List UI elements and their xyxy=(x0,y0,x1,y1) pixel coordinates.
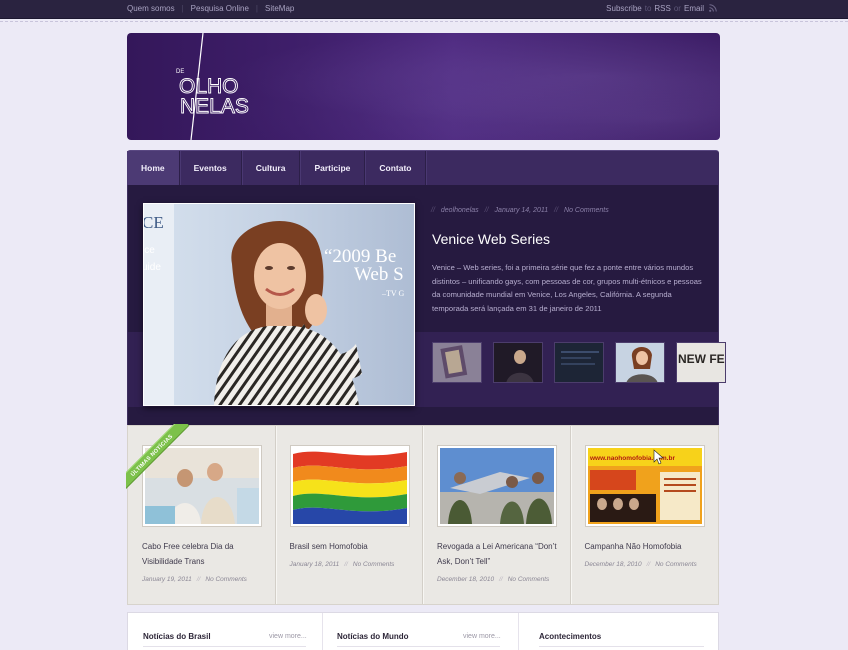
subscribe-area: Subscribe to RSS or Email xyxy=(606,3,717,13)
divider xyxy=(539,646,704,647)
newfest-logo: NEW FEST xyxy=(678,352,726,366)
divider xyxy=(322,613,323,650)
featured-date: January 14, 2011 xyxy=(494,207,549,214)
divider xyxy=(518,613,519,650)
widget-title-mundo: Notícias do Mundo xyxy=(337,632,409,641)
latest-post-comments[interactable]: No Comments xyxy=(353,561,395,568)
featured-comments[interactable]: No Comments xyxy=(564,207,609,214)
latest-post: Brasil sem Homofobia January 18, 2011//N… xyxy=(276,426,423,604)
top-bar: Quem somos | Pesquisa Online | SiteMap S… xyxy=(0,0,848,19)
slider-thumb-2[interactable] xyxy=(493,342,543,383)
latest-post-title[interactable]: Cabo Free celebra Dia da Visibilidade Tr… xyxy=(142,539,266,569)
widget-title-brasil: Notícias do Brasil xyxy=(143,632,211,641)
latest-post-meta: January 19, 2011//No Comments xyxy=(142,576,247,583)
nav-item-eventos[interactable]: Eventos xyxy=(180,151,242,185)
image-caption-ice: ice xyxy=(144,245,155,256)
latest-post: Cabo Free celebra Dia da Visibilidade Tr… xyxy=(126,424,276,604)
latest-post-meta: January 18, 2011//No Comments xyxy=(289,561,395,568)
subscribe-or: or xyxy=(673,4,681,13)
top-links: Quem somos | Pesquisa Online | SiteMap xyxy=(127,4,294,13)
subscribe-label: Subscribe xyxy=(606,4,642,13)
featured-excerpt: Venice – Web series, foi a primeira séri… xyxy=(432,263,702,313)
featured-thumbnails: NEW FEST xyxy=(432,342,726,383)
nao-homofobia-url: www.naohomofobia.com.br xyxy=(589,455,675,462)
latest-post-title[interactable]: Revogada a Lei Americana “Don’t Ask, Don… xyxy=(437,539,561,569)
latest-post-comments[interactable]: No Comments xyxy=(655,561,697,568)
latest-post-meta: December 18, 2010//No Comments xyxy=(584,561,697,568)
slider-thumb-3[interactable] xyxy=(554,342,604,383)
image-caption-uide: uide xyxy=(144,262,161,273)
latest-post-thumbnail[interactable] xyxy=(437,445,557,527)
email-link[interactable]: Email xyxy=(684,4,704,13)
latest-post-date: January 18, 2011 xyxy=(289,561,340,568)
latest-post-comments[interactable]: No Comments xyxy=(508,576,550,583)
top-link-pesquisa-online[interactable]: Pesquisa Online xyxy=(191,4,249,13)
featured-meta: // deolhonelas // January 14, 2011 // No… xyxy=(431,207,609,214)
featured-slider: CE ice uide “2009 Be Web S –TV G // deol… xyxy=(127,185,726,425)
slider-thumb-1[interactable] xyxy=(432,342,482,383)
featured-image[interactable]: CE ice uide “2009 Be Web S –TV G xyxy=(143,203,415,406)
divider xyxy=(337,646,500,647)
image-caption-ce: CE xyxy=(144,213,164,232)
site-header-banner: DE OLHO NELAS xyxy=(127,33,720,140)
top-link-quem-somos[interactable]: Quem somos xyxy=(127,4,175,13)
divider xyxy=(143,646,306,647)
slider-thumb-5[interactable]: NEW FEST xyxy=(676,342,726,383)
latest-post-title[interactable]: Brasil sem Homofobia xyxy=(290,539,414,554)
site-logo[interactable]: DE OLHO NELAS xyxy=(172,33,272,140)
rss-icon[interactable] xyxy=(709,3,717,12)
latest-post: Revogada a Lei Americana “Don’t Ask, Don… xyxy=(423,426,571,604)
featured-author[interactable]: deolhonelas xyxy=(441,207,479,214)
latest-post-date: December 18, 2010 xyxy=(584,561,642,568)
svg-text:NELAS: NELAS xyxy=(180,95,249,118)
latest-post-meta: December 18, 2010//No Comments xyxy=(437,576,550,583)
nav-item-contato[interactable]: Contato xyxy=(365,151,427,185)
latest-post-thumbnail[interactable]: www.naohomofobia.com.br xyxy=(584,445,705,527)
latest-post-thumbnail[interactable] xyxy=(289,445,410,527)
featured-photo: CE ice uide “2009 Be Web S –TV G xyxy=(144,204,414,405)
nav-item-cultura[interactable]: Cultura xyxy=(242,151,301,185)
latest-news: Cabo Free celebra Dia da Visibilidade Tr… xyxy=(126,424,719,605)
rss-link[interactable]: RSS xyxy=(654,4,670,13)
subscribe-via: to xyxy=(644,4,652,13)
view-more-brasil[interactable]: view more... xyxy=(269,633,307,640)
image-caption-tv: –TV G xyxy=(381,289,405,298)
top-link-sitemap[interactable]: SiteMap xyxy=(265,4,294,13)
latest-post-comments[interactable]: No Comments xyxy=(205,576,247,583)
latest-post: www.naohomofobia.com.br Campanha Não Hom… xyxy=(571,426,719,604)
image-caption-web: Web S xyxy=(354,264,404,285)
view-more-mundo[interactable]: view more... xyxy=(463,633,501,640)
latest-post-date: December 18, 2010 xyxy=(437,576,495,583)
main-nav: Home Eventos Cultura Participe Contato xyxy=(127,150,719,185)
bottom-widgets: Notícias do Brasil view more... Notícias… xyxy=(127,612,719,650)
slider-thumb-4[interactable] xyxy=(615,342,665,383)
separator: | xyxy=(181,4,184,13)
nav-item-participe[interactable]: Participe xyxy=(300,151,366,185)
nav-item-home[interactable]: Home xyxy=(127,151,180,185)
divider xyxy=(0,21,848,22)
latest-post-date: January 19, 2011 xyxy=(142,576,192,583)
separator: | xyxy=(255,4,258,13)
latest-post-thumbnail[interactable] xyxy=(142,445,262,527)
featured-title[interactable]: Venice Web Series xyxy=(432,231,550,247)
widget-title-acontecimentos: Acontecimentos xyxy=(539,632,602,641)
latest-post-title[interactable]: Campanha Não Homofobia xyxy=(585,539,709,554)
